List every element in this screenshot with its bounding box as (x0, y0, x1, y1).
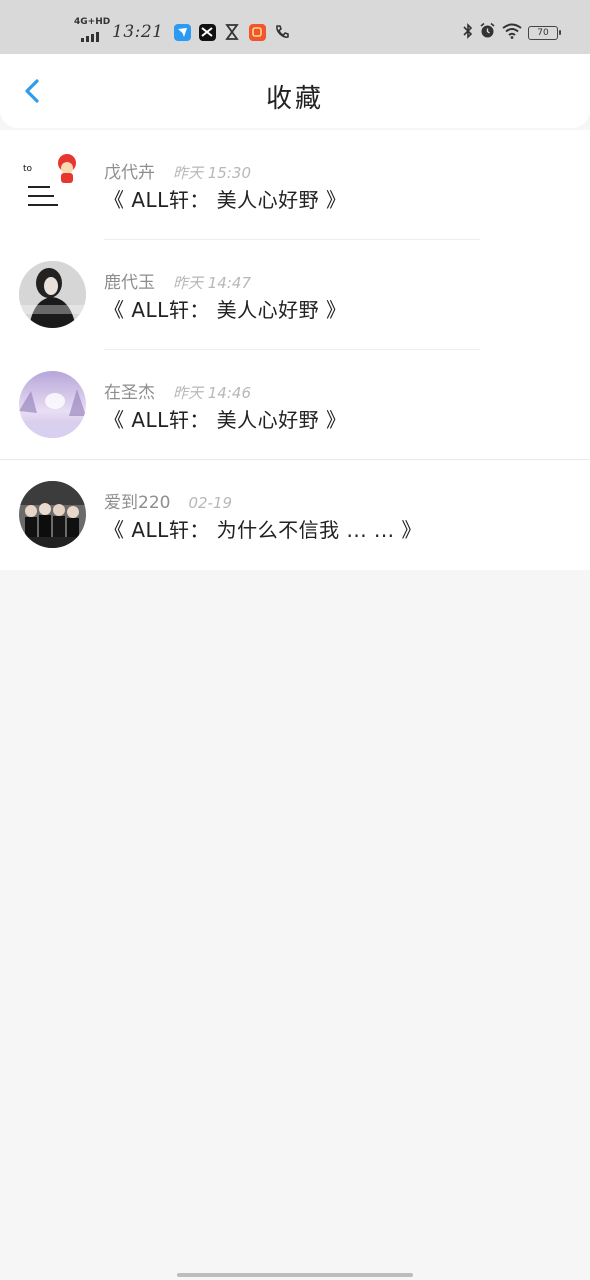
favorite-title: 《 ALL轩： 美人心好野 》 (104, 408, 347, 432)
author-name: 鹿代玉 (104, 273, 155, 293)
status-time: 13:21 (112, 22, 164, 42)
favorite-time: 昨天 14:47 (173, 274, 251, 292)
battery-indicator: 70 (528, 25, 561, 40)
avatar: to (19, 151, 86, 218)
page-title: 收藏 (265, 84, 324, 114)
favorite-item[interactable]: to 戊代卉 昨天 15:30 《 ALL轩： 美人心好野 》 (0, 130, 590, 240)
favorite-item[interactable]: 鹿代玉 昨天 14:47 《 ALL轩： 美人心好野 》 (0, 240, 590, 350)
feishu-app-icon (173, 23, 191, 41)
favorite-item[interactable]: 在圣杰 昨天 14:46 《 ALL轩： 美人心好野 》 (0, 350, 590, 460)
hourglass-app-icon (224, 24, 241, 41)
alarm-icon (479, 22, 496, 43)
favorite-item[interactable]: 爱到220 02-19 《 ALL轩： 为什么不信我 ... ... 》 (0, 460, 590, 570)
favorite-title: 《 ALL轩： 美人心好野 》 (104, 298, 347, 322)
favorites-list: to 戊代卉 昨天 15:30 《 ALL轩： 美人心好野 》 鹿代玉 昨天 1… (0, 130, 590, 570)
author-name: 戊代卉 (104, 163, 155, 183)
status-bar: 4G+HD 13:21 70 (0, 0, 590, 54)
author-name: 爱到220 (104, 493, 171, 513)
avatar (19, 261, 86, 328)
favorite-title: 《 ALL轩： 为什么不信我 ... ... 》 (104, 518, 422, 542)
avatar (19, 481, 86, 548)
cellular-signal-icon: 4G+HD (74, 17, 111, 44)
navigation-bar: 收藏 (0, 54, 590, 128)
favorite-title: 《 ALL轩： 美人心好野 》 (104, 188, 347, 212)
favorite-time: 昨天 14:46 (173, 384, 251, 402)
favorite-time: 02-19 (188, 494, 233, 512)
network-type: 4G+HD (74, 17, 111, 27)
author-name: 在圣杰 (104, 383, 155, 403)
home-indicator[interactable] (177, 1273, 413, 1277)
svg-text:to: to (23, 164, 33, 174)
taobao-app-icon (248, 23, 266, 41)
capcut-app-icon (198, 23, 216, 41)
bluetooth-icon (463, 22, 473, 43)
favorite-time: 昨天 15:30 (173, 164, 251, 182)
avatar (19, 371, 86, 438)
phone-call-icon (274, 24, 291, 41)
wifi-icon (502, 23, 522, 43)
